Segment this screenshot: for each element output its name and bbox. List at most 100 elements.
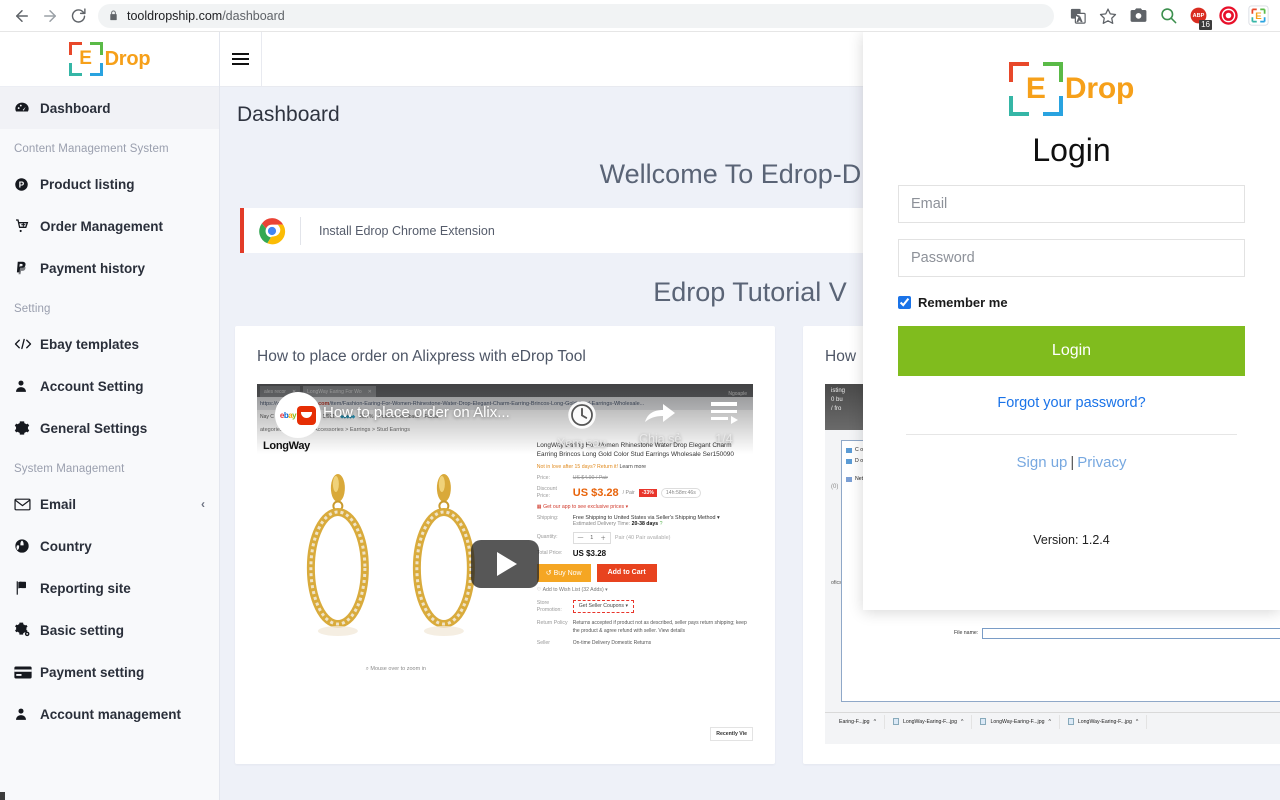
adblock-badge: 16 bbox=[1199, 19, 1212, 30]
gear-icon bbox=[14, 420, 40, 436]
forgot-password-link[interactable]: Forgot your password? bbox=[898, 395, 1245, 411]
paypal-icon bbox=[14, 260, 40, 276]
signup-privacy-row: Sign up | Privacy bbox=[898, 454, 1245, 471]
file-name-row: File name: ▾ TIFF bbox=[954, 627, 1280, 639]
address-bar[interactable]: tooldropship.com/dashboard bbox=[98, 3, 1054, 28]
clock-icon bbox=[557, 400, 606, 430]
chevron-up-icon[interactable]: ^ bbox=[874, 719, 876, 725]
sidebar-item-label: Ebay templates bbox=[40, 336, 140, 352]
sidebar-item-label: Order Management bbox=[40, 218, 164, 234]
globe-icon bbox=[14, 538, 40, 554]
download-item[interactable]: LongWay-Earing-F...jpg ^ bbox=[1060, 714, 1148, 729]
web-page: E Drop Dashboard Content Management Syst… bbox=[0, 32, 1280, 800]
playlist-counter-label: 1/4 bbox=[715, 432, 733, 446]
signup-link[interactable]: Sign up bbox=[1017, 454, 1068, 471]
user-icon bbox=[14, 706, 40, 722]
download-label: Earing-F...jpg bbox=[839, 718, 870, 725]
code-icon bbox=[14, 337, 40, 351]
download-label: LongWay-Earing-F...jpg bbox=[1077, 718, 1132, 725]
play-button-icon[interactable] bbox=[471, 540, 539, 588]
file-icon bbox=[980, 718, 987, 725]
sidebar-item-label: Account management bbox=[40, 706, 182, 722]
card-title: How to place order on Alixpress with eDr… bbox=[257, 348, 586, 365]
sidebar-brand[interactable]: E Drop bbox=[0, 32, 219, 87]
back-arrow-icon[interactable] bbox=[8, 2, 36, 30]
edrop-logo-mark-icon: E bbox=[1008, 62, 1063, 116]
extension-banner-label: Install Edrop Chrome Extension bbox=[319, 223, 495, 238]
forward-arrow-icon[interactable] bbox=[36, 2, 64, 30]
sidebar-item-product-listing[interactable]: P Product listing bbox=[0, 163, 219, 205]
resize-handle bbox=[0, 792, 5, 800]
svg-text:E: E bbox=[1255, 11, 1262, 22]
url-host: tooldropship.com bbox=[127, 8, 223, 23]
login-button[interactable]: Login bbox=[898, 326, 1245, 376]
download-item[interactable]: LongWay-Earing-F...jpg ^ bbox=[885, 714, 973, 729]
sidebar-item-ebay-templates[interactable]: Ebay templates bbox=[0, 323, 219, 365]
chevron-up-icon[interactable]: ^ bbox=[1048, 719, 1050, 725]
sidebar-item-dashboard[interactable]: Dashboard bbox=[0, 87, 219, 129]
video-thumbnail[interactable]: ales recor✕ LongWay Earing For Wo✕ Ngoap… bbox=[257, 384, 753, 744]
svg-text:ABP: ABP bbox=[1192, 13, 1204, 19]
adblock-icon[interactable]: ABP 16 bbox=[1184, 2, 1212, 30]
remember-me-label: Remember me bbox=[918, 295, 1008, 310]
sidebar-item-payment-setting[interactable]: Payment setting bbox=[0, 651, 219, 693]
sidebar-section-setting: Setting bbox=[14, 303, 51, 315]
download-label: LongWay-Earing-F...jpg bbox=[990, 718, 1045, 725]
file-icon bbox=[1067, 718, 1074, 725]
login-title: Login bbox=[1032, 132, 1111, 168]
video-overlay[interactable]: ebay How to place order on Alix... Xem s… bbox=[257, 384, 753, 744]
sidebar-item-label: Email bbox=[40, 496, 77, 512]
sidebar-item-reporting-site[interactable]: Reporting site bbox=[0, 567, 219, 609]
separator: | bbox=[1070, 454, 1075, 471]
bookmark-star-icon[interactable] bbox=[1094, 2, 1122, 30]
sidebar-item-label: Dashboard bbox=[40, 100, 111, 116]
version-label: Version: 1.2.4 bbox=[1033, 533, 1110, 547]
sidebar-item-label: Reporting site bbox=[40, 580, 131, 596]
email-field[interactable] bbox=[898, 185, 1245, 223]
sidebar-item-payment-history[interactable]: Payment history bbox=[0, 247, 219, 289]
drive-icon bbox=[846, 447, 852, 453]
watch-later-button[interactable]: Xem sau bbox=[557, 400, 606, 452]
download-label: LongWay-Earing-F...jpg bbox=[903, 718, 958, 725]
password-field[interactable] bbox=[898, 239, 1245, 277]
sidebar: E Drop Dashboard Content Management Syst… bbox=[0, 32, 220, 800]
recorder-icon[interactable] bbox=[1214, 2, 1242, 30]
remember-me-checkbox[interactable] bbox=[898, 296, 911, 309]
sidebar-item-label: Account Setting bbox=[40, 378, 144, 394]
share-button[interactable]: Chia sẻ bbox=[639, 400, 681, 448]
screenshot-camera-icon[interactable] bbox=[1124, 2, 1152, 30]
sidebar-section-system-management: System Management bbox=[14, 463, 125, 475]
search-icon[interactable] bbox=[1154, 2, 1182, 30]
logo-text: Drop bbox=[1064, 72, 1135, 105]
sidebar-item-label: Country bbox=[40, 538, 92, 554]
hamburger-menu-icon[interactable] bbox=[220, 32, 262, 87]
sidebar-item-basic-setting[interactable]: Basic setting bbox=[0, 609, 219, 651]
sidebar-item-account-setting[interactable]: Account Setting bbox=[0, 365, 219, 407]
credit-card-icon bbox=[14, 666, 40, 679]
sidebar-item-country[interactable]: Country bbox=[0, 525, 219, 567]
translate-icon[interactable]: A文 bbox=[1064, 2, 1092, 30]
privacy-link[interactable]: Privacy bbox=[1077, 454, 1126, 471]
sidebar-item-label: Payment setting bbox=[40, 664, 145, 680]
edrop-extension-icon[interactable]: E bbox=[1244, 2, 1272, 30]
download-item[interactable]: Earing-F...jpg ^ bbox=[831, 714, 885, 729]
divider bbox=[906, 434, 1237, 435]
remember-me-row[interactable]: Remember me bbox=[898, 295, 1245, 310]
chevron-up-icon[interactable]: ^ bbox=[1136, 719, 1138, 725]
sidebar-item-email[interactable]: Email ‹ bbox=[0, 483, 219, 525]
ebay-aliexpress-avatar-icon[interactable]: ebay bbox=[275, 392, 321, 438]
chevron-left-icon[interactable]: ‹ bbox=[201, 497, 205, 511]
sidebar-item-general-settings[interactable]: General Settings bbox=[0, 407, 219, 449]
aliexpress-logo-icon bbox=[297, 405, 317, 425]
chrome-icon bbox=[244, 217, 300, 245]
download-item[interactable]: LongWay-Earing-F...jpg ^ bbox=[972, 714, 1060, 729]
file-name-input[interactable] bbox=[982, 627, 1280, 639]
sidebar-item-account-management[interactable]: Account management bbox=[0, 693, 219, 735]
playlist-counter[interactable]: 1/4 bbox=[709, 400, 739, 448]
watch-later-label: Xem sau bbox=[557, 436, 607, 450]
logo-letter: E bbox=[79, 48, 92, 69]
sidebar-item-order-management[interactable]: Order Management bbox=[0, 205, 219, 247]
reload-icon[interactable] bbox=[64, 2, 92, 30]
login-modal: E Drop Login Remember me Login Forgot yo… bbox=[863, 32, 1280, 610]
chevron-up-icon[interactable]: ^ bbox=[961, 719, 963, 725]
